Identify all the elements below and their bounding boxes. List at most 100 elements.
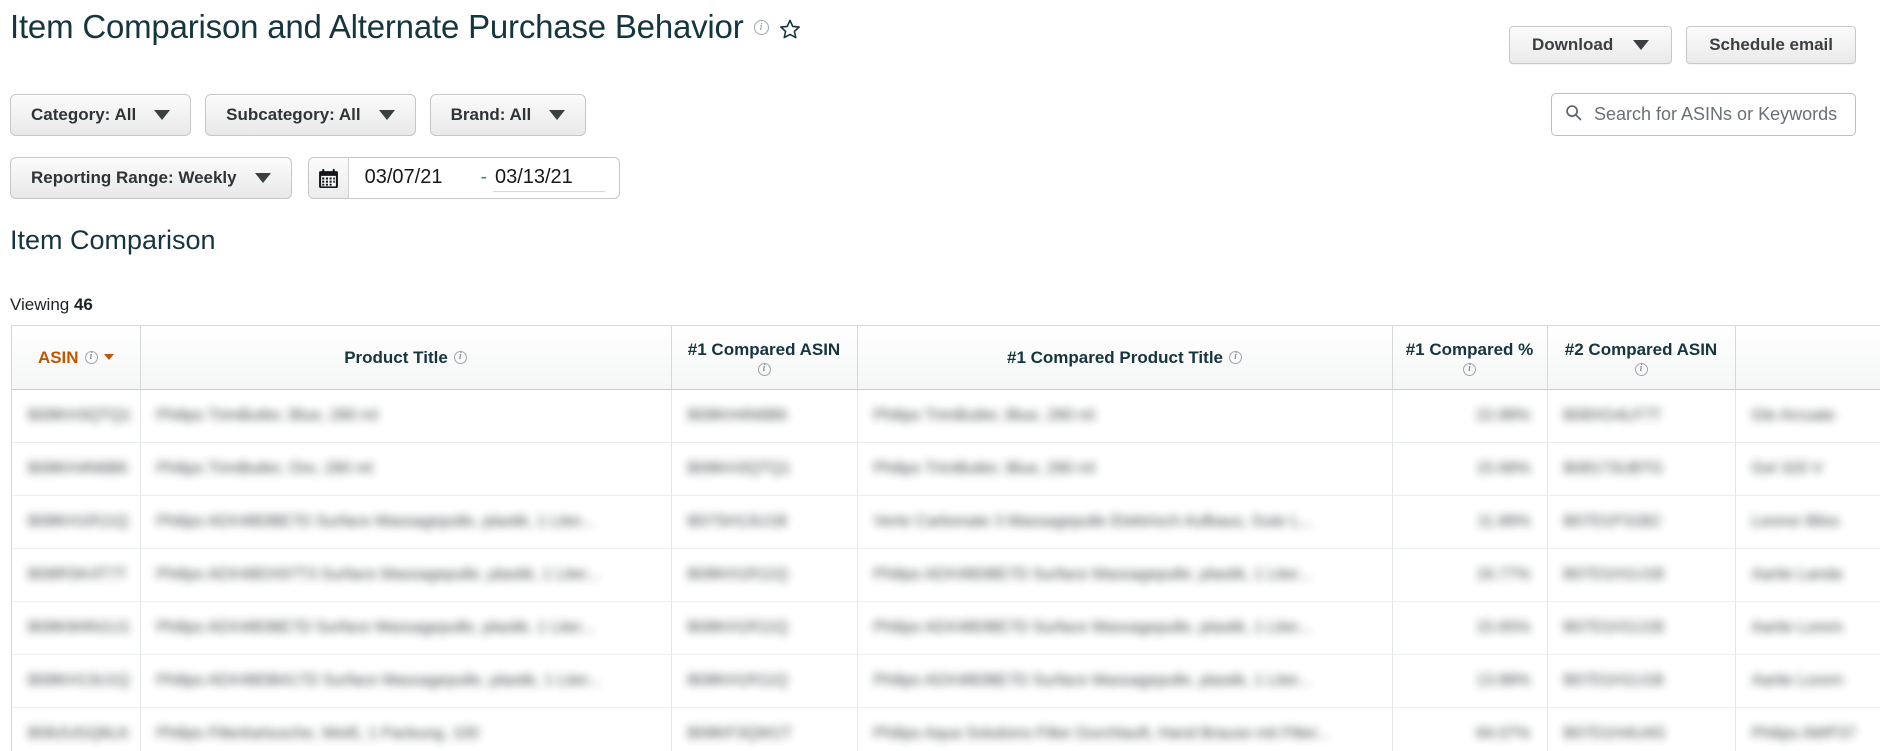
- column-header-1-compared[interactable]: #1 Compared % i: [1392, 326, 1548, 390]
- info-icon[interactable]: i: [453, 350, 467, 364]
- cell-compared2-title: Aarite Lorem: [1735, 601, 1880, 655]
- cell-compared1-asin[interactable]: B08KH1R11Q: [671, 601, 858, 655]
- column-header-label: #1 Compared Product Title: [1006, 347, 1223, 367]
- cell-asin[interactable]: B08RSK4T7T: [12, 548, 141, 602]
- column-header-asin[interactable]: ASIN i: [12, 326, 141, 390]
- cell-compared2-title: Gel 320 V: [1735, 442, 1880, 496]
- cell-product-title: Philips TrimButler, Ore, 280 ml: [140, 442, 672, 496]
- cell-compared2-asin[interactable]: B07D1H1U1B: [1547, 601, 1736, 655]
- chevron-down-icon: [1633, 40, 1650, 50]
- info-icon[interactable]: i: [753, 19, 769, 35]
- info-icon[interactable]: i: [1463, 362, 1476, 376]
- download-button[interactable]: Download: [1509, 26, 1673, 64]
- search-icon: [1565, 104, 1582, 126]
- viewing-number: 46: [73, 295, 93, 314]
- cell-compared1-title: Philips Aqua Solutions Filter Durchlauft…: [857, 707, 1393, 751]
- category-filter[interactable]: Category: All: [10, 94, 192, 136]
- filter-row-secondary: Reporting Range: Weekly 03/07/21 - 03/13…: [10, 157, 620, 199]
- column-header-blank[interactable]: [1735, 326, 1880, 390]
- cell-compared2-title: Leonor Bliss: [1735, 495, 1880, 549]
- cell-compared1-title: Philips TrimButler, Blue, 280 ml: [857, 442, 1393, 496]
- cell-asin[interactable]: B08KH4N6B6: [12, 442, 141, 496]
- column-header-1-compared-product-title[interactable]: #1 Compared Product Title i: [857, 326, 1393, 390]
- cell-compared1-percent: 16.77%: [1392, 548, 1548, 602]
- cell-compared1-title: Verte Carbonate 3 Massagepulle Elektrisc…: [857, 495, 1393, 549]
- header-actions: Download Schedule email: [1509, 26, 1856, 64]
- cell-asin[interactable]: B08KH3QTQ1: [12, 389, 141, 443]
- cell-compared1-asin[interactable]: B08KF3QW1T: [671, 707, 858, 751]
- chevron-down-icon: [549, 110, 566, 120]
- column-header-label: Product Title: [344, 347, 448, 367]
- cell-asin[interactable]: B08KH13U1Q: [12, 654, 141, 708]
- cell-compared1-asin[interactable]: B07SH13U1B: [671, 495, 858, 549]
- section-title: Item Comparison: [10, 225, 216, 255]
- date-start-input[interactable]: [362, 164, 475, 192]
- cell-compared2-title: Aarite Landa: [1735, 548, 1880, 602]
- star-outline-icon[interactable]: [779, 15, 801, 40]
- info-icon[interactable]: i: [1229, 350, 1242, 364]
- brand-filter[interactable]: Brand: All: [429, 94, 587, 136]
- sort-descending-icon[interactable]: [103, 354, 114, 361]
- column-header-2-compared-asin[interactable]: #2 Compared ASIN i: [1547, 326, 1736, 390]
- date-range-picker[interactable]: -: [307, 157, 620, 199]
- viewing-label: Viewing: [10, 295, 70, 314]
- cell-compared2-asin[interactable]: B07D1H1U1B: [1547, 548, 1736, 602]
- schedule-email-button[interactable]: Schedule email: [1686, 26, 1856, 64]
- download-label: Download: [1532, 35, 1614, 54]
- item-comparison-table[interactable]: ASIN i Product Title i #1 Compared ASIN i #1 C…: [11, 325, 1880, 751]
- table-row[interactable]: B08KH1R11Q Philips ADX48DBE7D Surface Mas…: [12, 495, 1880, 549]
- chevron-down-icon: [154, 110, 171, 120]
- table-row[interactable]: B08KH4N6B6 Philips TrimButler, Ore, 280 m…: [12, 442, 1880, 496]
- table-row[interactable]: B08RSK4T7T Philips ADX48DX97T3 Surface Ma…: [12, 548, 1880, 602]
- cell-compared1-title: Philips ADX48DBE7D Surface Massagepulle,…: [857, 601, 1393, 655]
- column-header-label: ASIN: [37, 347, 79, 367]
- date-separator: -: [480, 167, 487, 188]
- date-end-input[interactable]: [492, 164, 605, 192]
- cell-product-title: Philips ADX48DX97T3 Surface Massagepulle…: [140, 548, 672, 602]
- cell-compared1-asin[interactable]: B08KH1R11Q: [671, 548, 858, 602]
- column-header-product-title[interactable]: Product Title i: [140, 326, 672, 390]
- table-row[interactable]: B08KM4N1U1 Philips ADX48DBE7D Surface Mas…: [12, 601, 1880, 655]
- viewing-count: Viewing 46: [10, 295, 93, 315]
- cell-compared1-asin[interactable]: B08KH4N6B6: [671, 389, 858, 443]
- column-header-label: #2 Compared ASIN: [1564, 339, 1718, 359]
- column-header-label: #1 Compared %: [1405, 339, 1534, 359]
- brand-filter-label: Brand: All: [450, 105, 532, 124]
- date-fields: -: [349, 158, 619, 198]
- cell-compared1-asin[interactable]: B08KH3QTQ1: [671, 442, 858, 496]
- cell-compared1-percent: 11.89%: [1392, 495, 1548, 549]
- table-header-row: ASIN i Product Title i #1 Compared ASIN i #1 C…: [12, 326, 1880, 390]
- cell-compared2-asin[interactable]: B07D1H1U1B: [1547, 654, 1736, 708]
- cell-compared1-percent: 15.65%: [1392, 601, 1548, 655]
- subcategory-filter[interactable]: Subcategory: All: [205, 94, 416, 136]
- table-row[interactable]: B08KH13U1Q Philips ADX48DB417D Surface Ma…: [12, 654, 1880, 708]
- cell-compared1-percent: 22.88%: [1392, 389, 1548, 443]
- cell-product-title: Philips ADX48DBE7D Surface Massagepulle,…: [140, 601, 672, 655]
- cell-compared1-title: Philips ADX48DBE7D Surface Massagepulle,…: [857, 654, 1393, 708]
- report-page: Item Comparison and Alternate Purchase B…: [0, 0, 1880, 751]
- cell-compared2-title: Aarite Lorem: [1735, 654, 1880, 708]
- calendar-icon[interactable]: [308, 158, 349, 198]
- cell-asin[interactable]: B08JUGQ6LK: [12, 707, 141, 751]
- search-box[interactable]: [1551, 93, 1856, 136]
- cell-compared1-percent: 84.07%: [1392, 707, 1548, 751]
- cell-compared2-asin[interactable]: B08173UBTG: [1547, 442, 1736, 496]
- cell-compared2-asin[interactable]: B07D1H4U4G: [1547, 707, 1736, 751]
- page-title-row: Item Comparison and Alternate Purchase B…: [10, 8, 801, 46]
- cell-compared2-title: Philips AWP37: [1735, 707, 1880, 751]
- schedule-email-label: Schedule email: [1709, 35, 1833, 54]
- table-row[interactable]: B08KH3QTQ1 Philips TrimButler, Blue, 280 …: [12, 389, 1880, 443]
- cell-compared1-asin[interactable]: B08KH1R11Q: [671, 654, 858, 708]
- info-icon[interactable]: i: [757, 362, 771, 376]
- column-header-1-compared-asin[interactable]: #1 Compared ASIN i: [671, 326, 858, 390]
- cell-product-title: Philips ADX48DBE7D Surface Massagepulle,…: [140, 495, 672, 549]
- cell-asin[interactable]: B08KH1R11Q: [12, 495, 141, 549]
- info-icon[interactable]: i: [1634, 362, 1648, 376]
- search-input[interactable]: [1592, 103, 1842, 126]
- cell-compared2-asin[interactable]: B08XG4LF7T: [1547, 389, 1736, 443]
- cell-compared2-asin[interactable]: B07D1P31B2: [1547, 495, 1736, 549]
- reporting-range-filter[interactable]: Reporting Range: Weekly: [10, 157, 292, 199]
- table-row[interactable]: B08JUGQ6LK Philips Filterkartusche, Weiß,…: [12, 707, 1880, 751]
- cell-asin[interactable]: B08KM4N1U1: [12, 601, 141, 655]
- info-icon[interactable]: i: [84, 350, 98, 364]
